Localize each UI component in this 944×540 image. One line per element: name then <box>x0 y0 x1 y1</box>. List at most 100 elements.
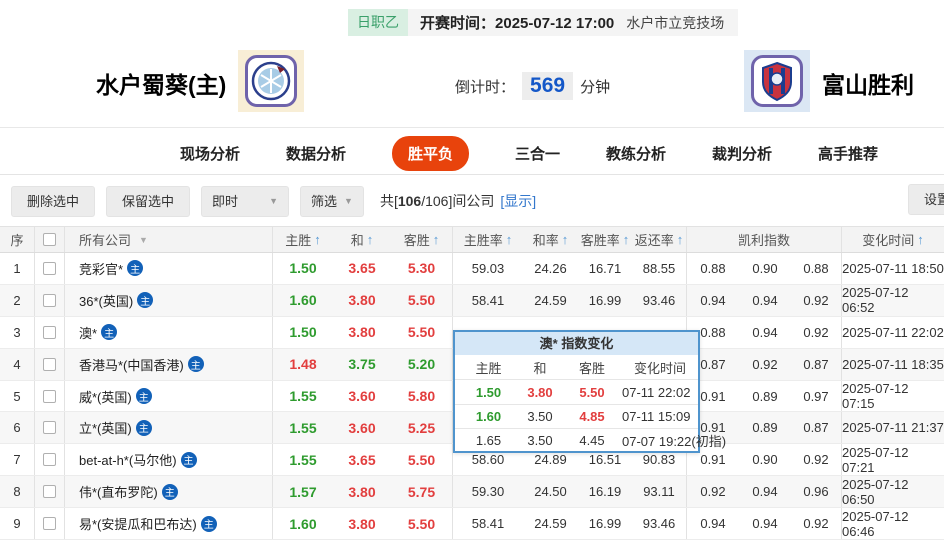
popup-time-cell: 07-07 19:22(初指) <box>622 434 727 450</box>
tab-教练分析[interactable]: 教练分析 <box>606 143 666 164</box>
tab-裁判分析[interactable]: 裁判分析 <box>712 143 772 164</box>
home-team-name: 水户蜀葵(主) <box>96 72 227 98</box>
popup-header-cell: 主胜 <box>475 360 502 376</box>
show-link[interactable]: [显示] <box>500 193 536 209</box>
row-index: 6 <box>0 412 35 444</box>
table-row: 2 36*(英国) 主 1.60 3.80 5.50 58.41 24.59 16.99 93.4… <box>0 284 944 317</box>
company-cell[interactable]: 伟*(直布罗陀) 主 <box>65 476 273 508</box>
away-crest-icon <box>762 61 792 102</box>
company-cell[interactable]: 36*(英国) 主 <box>65 284 273 316</box>
rate-cell: 24.50 <box>534 484 567 500</box>
rate-cell: 24.26 <box>534 260 567 276</box>
popup-odds-cell: 4.45 <box>579 433 605 449</box>
odds-cell: 1.50 <box>289 324 317 341</box>
home-badge-icon: 主 <box>200 515 217 532</box>
rate-cell: 16.99 <box>588 292 622 308</box>
row-checkbox-cell <box>35 284 65 316</box>
odds-cell: 3.80 <box>348 515 376 532</box>
header-home-rate[interactable]: 主胜率 ↑ <box>453 227 523 252</box>
sort-up-icon: ↑ <box>366 232 374 247</box>
chevron-down-icon: ▼ <box>269 195 279 206</box>
divider <box>0 127 944 128</box>
rate-cell: 93.46 <box>632 284 687 316</box>
row-index: 4 <box>0 348 35 380</box>
company-cell[interactable]: bet-at-h*(马尔他) 主 <box>65 444 273 476</box>
popup-odds-cell: 3.80 <box>527 384 553 400</box>
header-away-win[interactable]: 客胜 ↑ <box>391 227 453 252</box>
header-payout-rate[interactable]: 返还率 ↑ <box>632 227 687 252</box>
popup-time-cell: 07-11 15:09 <box>622 408 691 424</box>
row-checkbox-cell <box>35 412 65 444</box>
company-cell[interactable]: 威*(英国) 主 <box>65 380 273 412</box>
sort-up-icon: ↑ <box>622 232 630 247</box>
row-checkbox[interactable] <box>43 421 56 435</box>
odds-cell: 3.65 <box>348 260 376 277</box>
row-checkbox[interactable] <box>43 485 56 499</box>
tab-胜平负[interactable]: 胜平负 <box>391 135 469 171</box>
time-mode-dropdown[interactable]: 即时 ▼ <box>201 185 290 217</box>
kelly-cell: 0.92 <box>791 284 842 316</box>
row-checkbox[interactable] <box>43 293 56 307</box>
popup-odds-cell: 3.50 <box>527 408 553 424</box>
kickoff-value: 2025-07-12 17:00 <box>495 15 615 32</box>
filter-dropdown[interactable]: 筛选 ▼ <box>300 185 364 217</box>
odds-cell: 1.48 <box>289 356 317 373</box>
rate-cell: 24.59 <box>534 516 567 532</box>
company-cell[interactable]: 易*(安提瓜和巴布达) 主 <box>65 508 273 540</box>
countdown-unit: 分钟 <box>580 78 611 96</box>
popup-odds-cell: 1.50 <box>475 384 502 400</box>
kelly-cell: 0.92 <box>700 484 726 500</box>
company-cell[interactable]: 立*(英国) 主 <box>65 412 273 444</box>
kelly-cell: 0.96 <box>791 476 842 508</box>
company-cell[interactable]: 澳* 主 <box>65 316 273 348</box>
league-badge: 日职乙 <box>348 9 408 36</box>
sort-up-icon: ↑ <box>314 232 321 247</box>
header-home-win[interactable]: 主胜 ↑ <box>273 227 333 252</box>
tab-现场分析[interactable]: 现场分析 <box>180 143 240 164</box>
row-checkbox[interactable] <box>43 325 56 339</box>
select-all-checkbox[interactable] <box>43 233 56 246</box>
rate-cell: 16.99 <box>588 516 622 532</box>
kelly-cell: 0.87 <box>791 348 842 380</box>
odds-cell: 5.20 <box>391 348 453 380</box>
odds-cell: 5.25 <box>391 412 453 444</box>
tab-三合一[interactable]: 三合一 <box>515 143 560 164</box>
popup-header-cell: 客胜 <box>578 360 605 376</box>
home-badge-icon: 主 <box>137 292 154 309</box>
rate-cell: 59.03 <box>471 260 505 276</box>
countdown-label: 倒计时： <box>455 78 516 96</box>
kelly-cell: 0.94 <box>752 324 778 340</box>
table-header-row: 序 所有公司 ▼ 主胜 ↑ 和 ↑ 客胜 ↑ 主胜率 ↑ 和率 ↑ 客胜率 ↑ 返还率 ↑ 凯利… <box>0 226 944 253</box>
row-checkbox[interactable] <box>43 357 56 371</box>
keep-selected-button[interactable]: 保留选中 <box>106 185 191 217</box>
row-checkbox-cell <box>35 444 65 476</box>
toolbar: 删除选中 保留选中 即时 ▼ 筛选 ▼ 共[106/106]间公司[显示] 设置/选… <box>0 184 944 218</box>
popup-odds-cell: 4.85 <box>579 408 605 424</box>
company-cell[interactable]: 香港马*(中国香港) 主 <box>65 348 273 380</box>
odds-cell: 1.50 <box>289 260 317 277</box>
home-badge-icon: 主 <box>127 260 144 277</box>
row-checkbox-cell <box>35 508 65 540</box>
company-name: 威*(英国) <box>79 389 132 405</box>
row-checkbox[interactable] <box>43 517 56 531</box>
delete-selected-button[interactable]: 删除选中 <box>11 185 96 217</box>
tab-高手推荐[interactable]: 高手推荐 <box>818 143 878 164</box>
row-checkbox[interactable] <box>43 261 56 275</box>
row-checkbox[interactable] <box>43 389 56 403</box>
header-change-time[interactable]: 变化时间 ↑ <box>842 227 944 252</box>
header-away-rate[interactable]: 客胜率 ↑ <box>578 227 632 252</box>
header-draw-rate[interactable]: 和率 ↑ <box>523 227 578 252</box>
header-company[interactable]: 所有公司 ▼ <box>65 227 273 252</box>
home-badge-icon: 主 <box>101 324 118 341</box>
row-checkbox[interactable] <box>43 453 56 467</box>
home-badge-icon: 主 <box>135 419 152 436</box>
tab-数据分析[interactable]: 数据分析 <box>286 143 346 164</box>
company-cell[interactable]: 竞彩官* 主 <box>65 253 273 284</box>
kelly-cell: 0.87 <box>791 412 842 444</box>
home-badge-icon: 主 <box>135 388 152 404</box>
chevron-down-icon: ▼ <box>344 195 353 206</box>
kelly-cell: 0.89 <box>752 420 778 436</box>
kelly-cell: 0.92 <box>791 508 842 540</box>
header-draw[interactable]: 和 ↑ <box>333 227 391 252</box>
settings-button[interactable]: 设置/选择 <box>908 184 944 215</box>
